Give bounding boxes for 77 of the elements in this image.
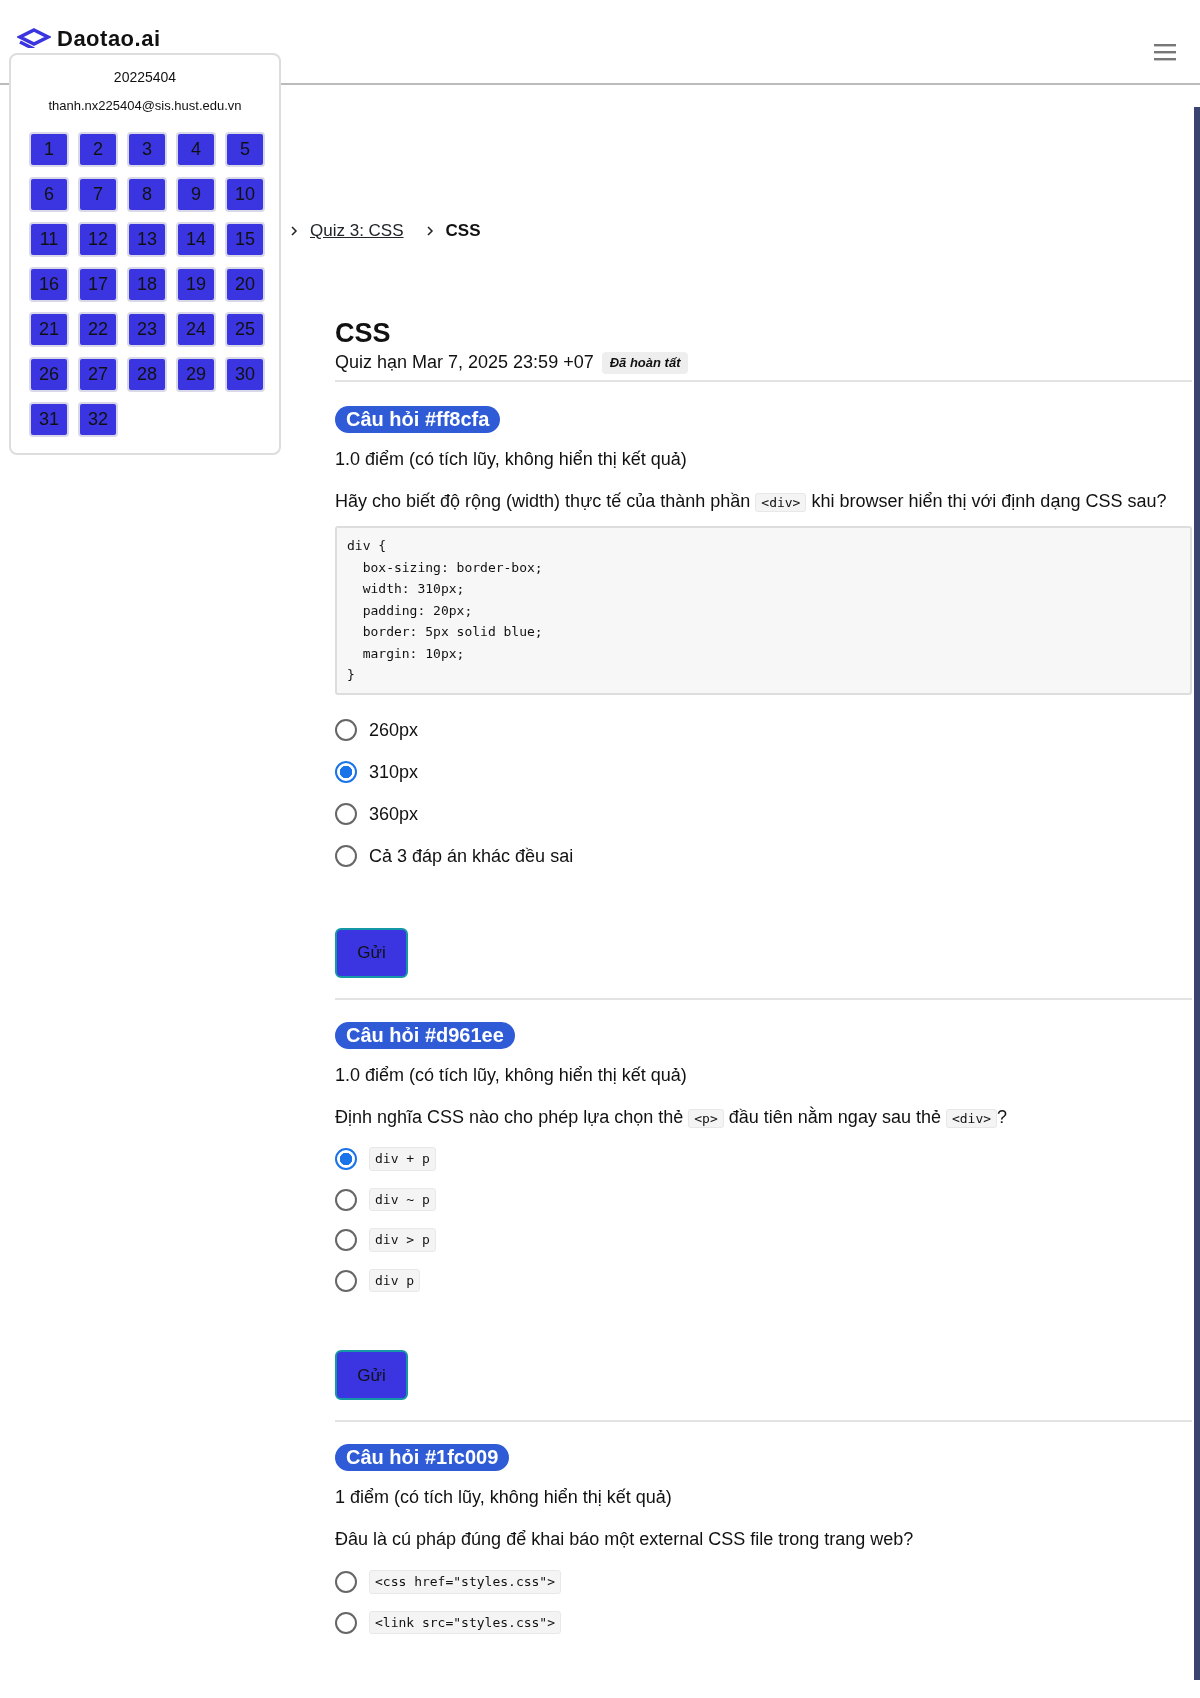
radio-button[interactable] <box>335 845 357 868</box>
email-text: thanh.nx225404@sis.hust.edu.vn <box>47 97 243 115</box>
question-number-button[interactable]: 26 <box>29 356 69 392</box>
question-number-button[interactable]: 4 <box>176 131 216 167</box>
radio-button[interactable] <box>335 1269 357 1292</box>
question-tag: Câu hỏi #ff8cfa <box>335 406 501 434</box>
status-tag: Đã hoàn tất <box>601 352 689 374</box>
quiz-title: CSS <box>335 317 392 350</box>
chevron-icon <box>425 224 434 237</box>
code-option: <css href="styles.css"> <box>369 1570 561 1594</box>
question-number-button[interactable]: 13 <box>127 221 167 257</box>
question-number-button[interactable]: 16 <box>29 266 69 302</box>
question-number-button[interactable]: 9 <box>176 176 216 212</box>
question-number-button[interactable]: 6 <box>29 176 69 212</box>
code-option: div ~ p <box>369 1188 436 1212</box>
code-option: div p <box>369 1269 421 1293</box>
logo-text[interactable]: Daotao.ai <box>57 28 161 50</box>
option-label: 360px <box>369 802 419 826</box>
radio-button[interactable] <box>335 1571 357 1594</box>
question-number-button[interactable]: 25 <box>225 311 265 347</box>
menu-icon[interactable] <box>1154 43 1178 61</box>
radio-button[interactable] <box>335 719 357 742</box>
option-label: Cả 3 đáp án khác đều sai <box>369 844 574 868</box>
question-number-button[interactable]: 28 <box>127 356 167 392</box>
question-number-button[interactable]: 2 <box>78 131 118 167</box>
question-tag: Câu hỏi #d961ee <box>335 1021 515 1049</box>
question-number-button[interactable]: 7 <box>78 176 118 212</box>
code-option: div + p <box>369 1147 436 1171</box>
question-text: Hãy cho biết độ rộng (width) thực tế của thành phần <div> khi browser hiển thị với định dạng CSS sau? <box>335 490 1168 515</box>
question-number-button[interactable]: 24 <box>176 311 216 347</box>
breadcrumb-link[interactable]: Quiz 3: CSS <box>310 217 404 244</box>
deadline-text: Quiz hạn Mar 7, 2025 23:59 +07 <box>335 351 594 375</box>
radio-button[interactable] <box>335 1229 357 1252</box>
question-number-button[interactable]: 30 <box>225 356 265 392</box>
question-number-button[interactable]: 3 <box>127 131 167 167</box>
student-id: 20225404 <box>112 68 178 87</box>
option-label: 260px <box>369 718 419 742</box>
question-tag: Câu hỏi #1fc009 <box>335 1444 510 1472</box>
logo-icon <box>17 28 51 48</box>
question-number-button[interactable]: 20 <box>225 266 265 302</box>
radio-button[interactable] <box>335 761 357 784</box>
code-option: div > p <box>369 1228 436 1252</box>
question-text: Đâu là cú pháp đúng để khai báo một external CSS file trong trang web? <box>335 1528 915 1552</box>
question-number-button[interactable]: 5 <box>225 131 265 167</box>
question-number-button[interactable]: 32 <box>78 401 118 437</box>
question-number-button[interactable]: 1 <box>29 131 69 167</box>
question-text: Định nghĩa CSS nào cho phép lựa chọn thẻ <p> đầu tiên nằm ngay sau thẻ <div> ? <box>335 1105 1009 1130</box>
question-number-button[interactable]: 22 <box>78 311 118 347</box>
option-label: 310px <box>369 760 419 784</box>
question-number-button[interactable]: 27 <box>78 356 118 392</box>
points-text: 1 điểm (có tích lũy, không hiển thị kết quả) <box>335 1486 673 1510</box>
question-number-button[interactable]: 23 <box>127 311 167 347</box>
points-text: 1.0 điểm (có tích lũy, không hiển thị kết quả) <box>335 448 688 472</box>
question-number-button[interactable]: 8 <box>127 176 167 212</box>
question-number-button[interactable]: 29 <box>176 356 216 392</box>
question-number-button[interactable]: 12 <box>78 221 118 257</box>
question-number-button[interactable]: 19 <box>176 266 216 302</box>
radio-button[interactable] <box>335 1148 357 1171</box>
question-number-button[interactable]: 10 <box>225 176 265 212</box>
question-number-button[interactable]: 31 <box>29 401 69 437</box>
chevron-icon <box>290 224 298 237</box>
question-number-button[interactable]: 18 <box>127 266 167 302</box>
code-option: <link src="styles.css"> <box>369 1610 561 1635</box>
radio-button[interactable] <box>335 1611 357 1634</box>
submit-button[interactable]: Gửi <box>335 1350 408 1401</box>
radio-button[interactable] <box>335 803 357 826</box>
question-number-button[interactable]: 15 <box>225 221 265 257</box>
question-number-button[interactable]: 14 <box>176 221 216 257</box>
scrollbar[interactable] <box>1194 107 1200 1680</box>
submit-button[interactable]: Gửi <box>335 927 408 978</box>
question-number-button[interactable]: 17 <box>78 266 118 302</box>
question-number-button[interactable]: 11 <box>29 221 69 257</box>
points-text: 1.0 điểm (có tích lũy, không hiển thị kết quả) <box>335 1063 688 1087</box>
radio-button[interactable] <box>335 1188 357 1211</box>
question-number-button[interactable]: 21 <box>29 311 69 347</box>
code-block: div { box-sizing: border-box; width: 310px; padding: 20px; border: 5px solid blue; margin: 10px; } <box>335 526 1192 695</box>
breadcrumb-current: CSS <box>445 219 481 242</box>
